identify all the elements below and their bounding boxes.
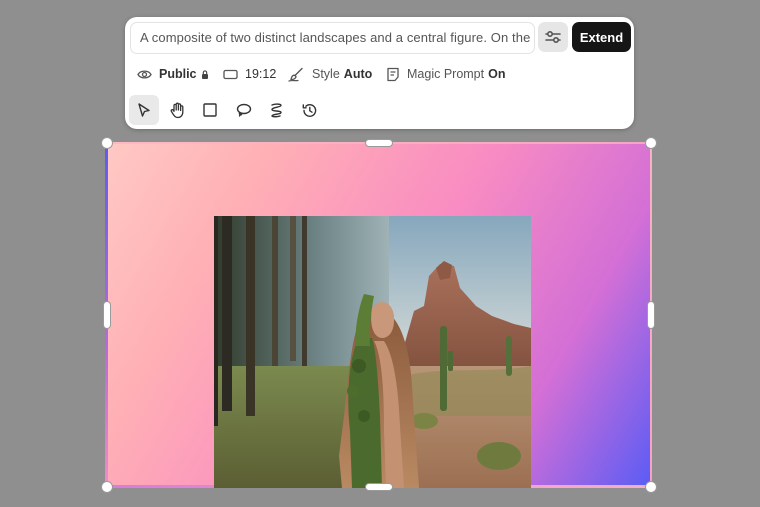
magic-prompt-value: On <box>488 67 506 81</box>
visibility-option[interactable]: Public <box>137 64 209 84</box>
rectangle-icon <box>223 69 238 79</box>
prompt-input[interactable]: A composite of two distinct landscapes a… <box>130 22 535 54</box>
composite-photo <box>214 216 531 488</box>
square-icon <box>203 103 217 117</box>
sliders-icon <box>545 30 561 44</box>
style-value: Auto <box>343 67 373 81</box>
cursor-icon <box>138 103 150 117</box>
magic-prompt-option[interactable]: Magic Prompt On <box>386 64 505 84</box>
lock-icon <box>201 69 208 79</box>
eye-icon <box>137 69 152 79</box>
prompt-toolbar: A composite of two distinct landscapes a… <box>125 17 634 129</box>
tool-history[interactable] <box>294 95 324 125</box>
hand-icon <box>170 102 183 118</box>
source-image[interactable] <box>214 216 531 488</box>
settings-button[interactable] <box>538 22 568 52</box>
resize-handle-top-right[interactable] <box>645 137 657 149</box>
aspect-ratio-value: 19:12 <box>245 67 277 81</box>
resize-handle-bottom[interactable] <box>365 483 393 491</box>
visibility-label: Public <box>159 67 197 81</box>
resize-handle-top-left[interactable] <box>101 137 113 149</box>
resize-handle-top[interactable] <box>365 139 393 147</box>
magic-prompt-label: Magic Prompt <box>407 67 485 81</box>
tool-rectangle[interactable] <box>195 95 225 125</box>
extend-button[interactable]: Extend <box>572 22 631 52</box>
tool-lasso[interactable] <box>228 95 258 125</box>
resize-handle-left[interactable] <box>103 301 111 329</box>
tool-pan[interactable] <box>162 95 192 125</box>
scribble-icon <box>270 102 282 117</box>
resize-handle-bottom-right[interactable] <box>645 481 657 493</box>
resize-handle-right[interactable] <box>647 301 655 329</box>
brush-icon <box>288 67 303 82</box>
lasso-icon <box>236 103 251 117</box>
options-row: Public 19:12 Style Auto Magic Prompt On <box>125 64 634 84</box>
style-option[interactable]: Style Auto <box>288 64 372 84</box>
resize-handle-bottom-left[interactable] <box>101 481 113 493</box>
aspect-ratio-option[interactable]: 19:12 <box>223 64 276 84</box>
document-icon <box>387 67 399 81</box>
history-icon <box>302 103 316 117</box>
style-label: Style <box>312 67 340 81</box>
prompt-text: A composite of two distinct landscapes a… <box>140 30 534 45</box>
tool-select[interactable] <box>129 95 159 125</box>
tool-brush[interactable] <box>261 95 291 125</box>
